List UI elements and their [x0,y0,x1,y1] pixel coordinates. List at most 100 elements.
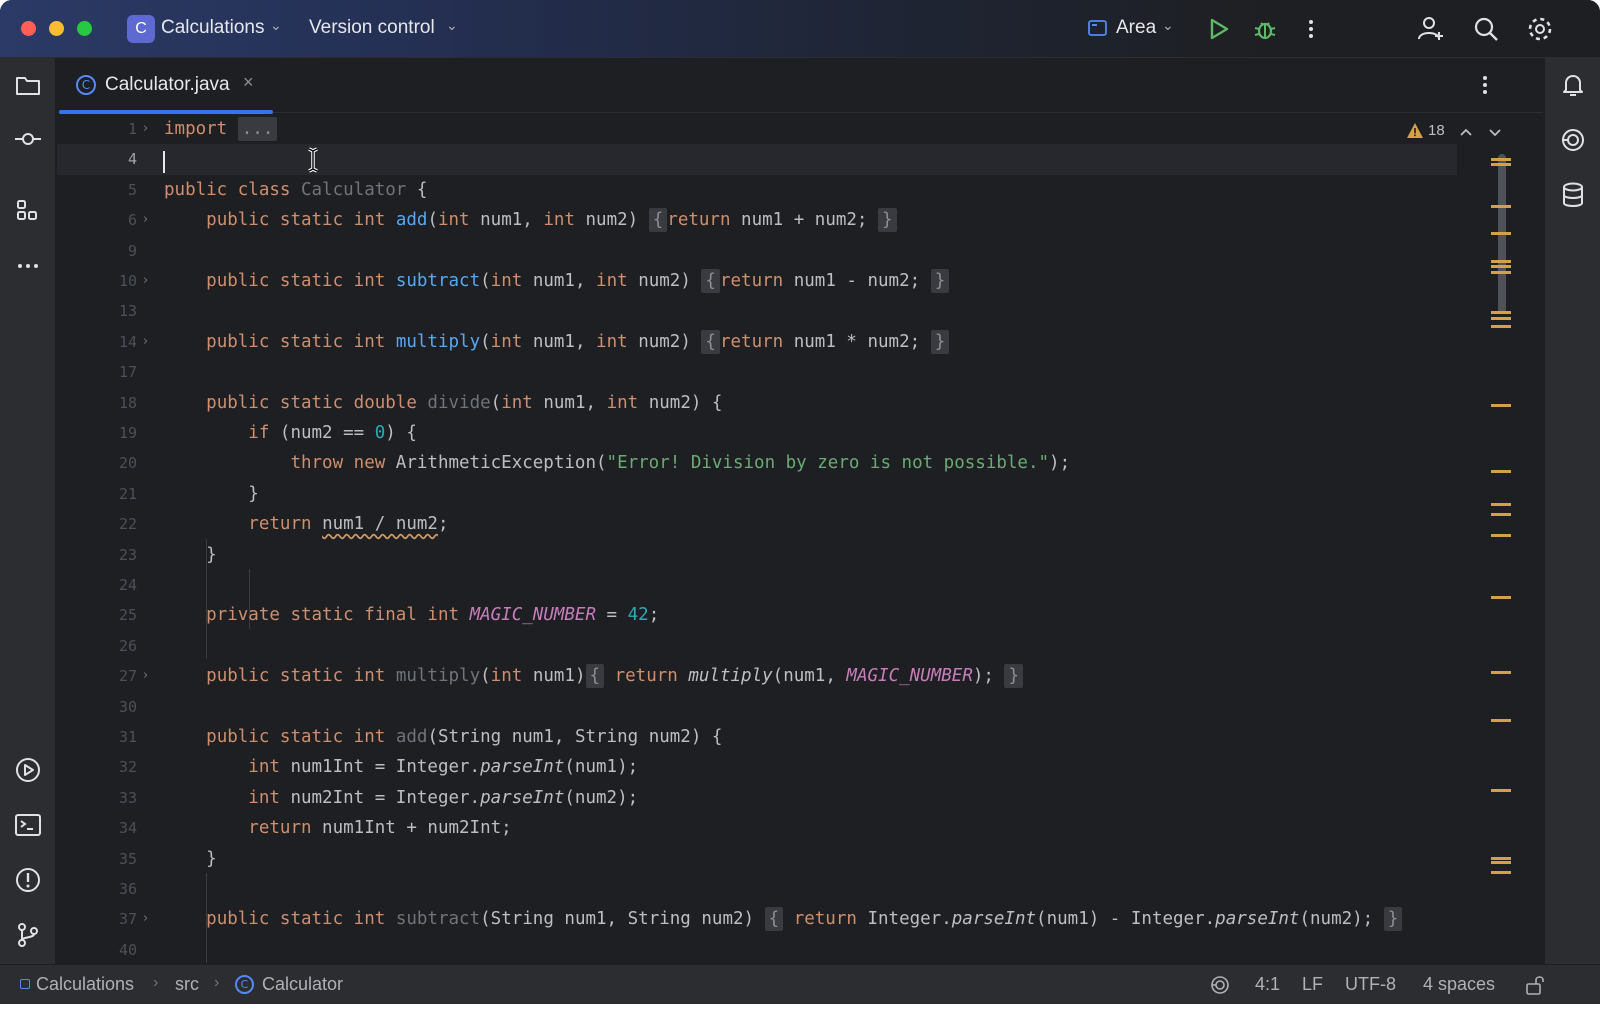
database-icon[interactable] [1558,180,1588,210]
line-number: 20 [118,454,137,473]
chevron-down-icon[interactable]: ⌄ [1162,17,1174,34]
commit-icon[interactable] [13,124,43,154]
code-line-1: import ... [164,114,278,144]
add-user-icon[interactable] [1416,14,1446,44]
minimize-window-button[interactable] [49,21,64,36]
warning-stripe-mark[interactable] [1491,163,1511,166]
warning-stripe-mark[interactable] [1491,470,1511,473]
line-number: 19 [118,424,137,442]
warning-stripe-mark[interactable] [1491,158,1511,161]
line-number: 37 [118,910,137,929]
warning-stripe-mark[interactable] [1491,503,1511,506]
page-margin [0,1004,1600,1024]
fold-toggle-icon[interactable]: › [143,205,159,235]
warning-stripe-mark[interactable] [1491,325,1511,328]
caret-position[interactable]: 4:1 [1255,974,1280,995]
code-line-35: } [206,848,217,869]
line-number: 24 [118,576,137,594]
more-tools-icon[interactable] [13,251,43,281]
warning-stripe-mark[interactable] [1491,671,1511,674]
warning-stripe-mark[interactable] [1491,534,1511,537]
folded-imports[interactable]: ... [237,117,278,141]
code-line-33: int num2Int = Integer.parseInt(num2); [248,787,639,808]
warning-stripe-mark[interactable] [1491,861,1511,864]
fold-toggle-icon[interactable]: › [143,904,159,934]
project-folder-icon[interactable] [13,70,43,100]
code-line-31: public static int add(String num1, Strin… [206,727,723,747]
code-line-20: throw new ArithmeticException("Error! Di… [290,453,1071,474]
warning-stripe-mark[interactable] [1491,232,1511,235]
warning-stripe-mark[interactable] [1491,404,1511,407]
line-number: 13 [118,302,137,321]
line-number: 14 [118,332,137,351]
code-line-19: if (num2 == 0) { [248,423,417,443]
integer-division-warning[interactable]: num1 / num2 [322,514,438,534]
code-line-22: return num1 / num2; [248,514,449,535]
git-branch-icon[interactable] [13,920,43,950]
inspections-widget[interactable]: 18 [1406,121,1516,143]
warning-icon [1407,123,1423,138]
chevron-down-icon[interactable]: ⌄ [270,17,282,34]
warning-stripe-mark[interactable] [1491,596,1511,599]
line-number: 17 [118,363,137,382]
warning-stripe-mark[interactable] [1491,871,1511,874]
code-editor[interactable]: 1 › 4 5 6 › 9 10 › 13 14 › 17 18 19 20 21 22 23 24 25 26 27 › 30… [57,114,1543,986]
debug-icon[interactable] [1250,14,1280,44]
project-badge-icon[interactable]: C [127,15,155,43]
tab-calculator-java[interactable]: C Calculator.java × [57,58,275,114]
run-config-dropdown[interactable]: Area [1116,17,1156,39]
close-tab-icon[interactable]: × [243,72,254,93]
current-line-highlight [57,144,1457,175]
project-name-dropdown[interactable]: Calculations [161,17,265,39]
fold-toggle-icon[interactable]: › [143,266,159,296]
title-bar: C Calculations ⌄ Version control ⌄ Area … [0,0,1600,58]
indent-settings[interactable]: 4 spaces [1423,974,1495,995]
structure-icon[interactable] [13,195,43,225]
run-tool-icon[interactable] [13,755,43,785]
warning-count: 18 [1428,122,1445,139]
warning-stripe-mark[interactable] [1491,260,1511,263]
warning-stripe-mark[interactable] [1491,513,1511,516]
warning-stripe-mark[interactable] [1491,205,1511,208]
line-number: 26 [118,636,137,655]
ide-window: C Calculations ⌄ Version control ⌄ Area … [0,0,1600,1024]
fold-toggle-icon[interactable]: › [143,327,159,357]
fold-toggle-icon[interactable]: › [143,114,159,144]
code-line-14: public static int multiply(int num1, int… [164,327,950,357]
close-window-button[interactable] [21,21,36,36]
maximize-window-button[interactable] [77,21,92,36]
line-separator[interactable]: LF [1302,974,1323,995]
line-number: 31 [118,728,137,746]
warning-stripe-mark[interactable] [1491,317,1511,320]
breadcrumb-src[interactable]: src [175,974,199,995]
ai-status-icon[interactable] [1209,974,1231,996]
settings-gear-icon[interactable] [1525,14,1555,44]
run-config-icon[interactable] [1086,16,1110,40]
code-line-27: public static int multiply(int num1){ re… [164,661,1024,691]
warning-stripe-mark[interactable] [1491,719,1511,722]
notifications-bell-icon[interactable] [1558,70,1588,100]
line-number: 32 [118,758,137,777]
more-actions-icon[interactable] [1296,14,1326,44]
warning-stripe-mark[interactable] [1491,265,1511,268]
warning-stripe-mark[interactable] [1491,311,1511,314]
breadcrumb-class[interactable]: Calculator [262,974,343,995]
run-icon[interactable] [1203,14,1233,44]
code-line-37: public static int subtract(String num1, … [164,904,1403,934]
warning-stripe-mark[interactable] [1491,271,1511,274]
chevron-down-icon[interactable]: ⌄ [446,17,458,34]
code-line-34: return num1Int + num2Int; [248,818,512,839]
unlock-icon[interactable] [1524,974,1546,996]
problems-icon[interactable] [13,865,43,895]
warning-stripe-mark[interactable] [1491,857,1511,860]
fold-toggle-icon[interactable]: › [143,661,159,691]
search-icon[interactable] [1471,14,1501,44]
terminal-icon[interactable] [13,810,43,840]
tab-options-icon[interactable] [1475,72,1495,98]
warning-stripe-mark[interactable] [1491,789,1511,792]
module-icon [20,979,30,989]
vcs-dropdown[interactable]: Version control [309,17,435,39]
file-encoding[interactable]: UTF-8 [1345,974,1396,995]
breadcrumb-project[interactable]: Calculations [36,974,134,995]
ai-assistant-icon[interactable] [1558,125,1588,155]
